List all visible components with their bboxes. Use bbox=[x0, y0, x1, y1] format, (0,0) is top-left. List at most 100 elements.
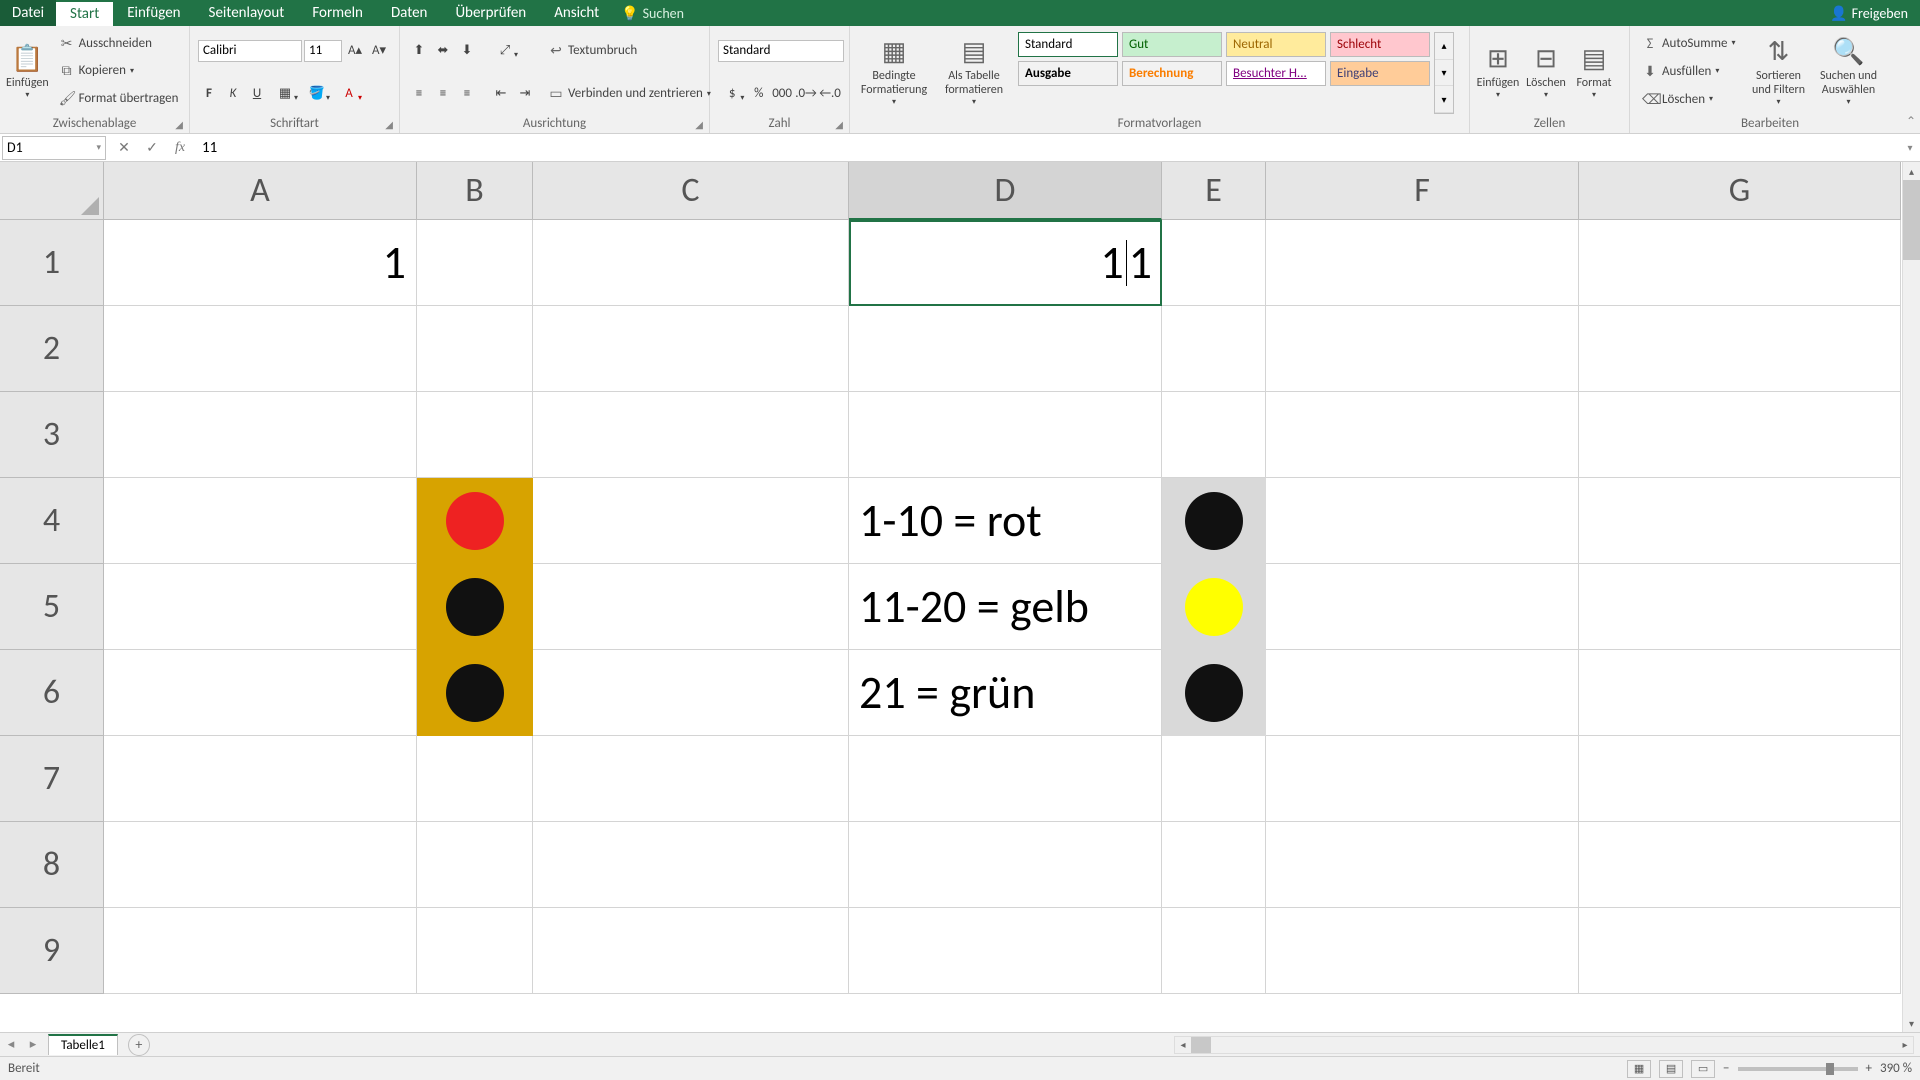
styles-up-button[interactable]: ▴ bbox=[1435, 33, 1453, 60]
cell-C9[interactable] bbox=[533, 908, 849, 994]
style-berechnung[interactable]: Berechnung bbox=[1122, 61, 1222, 86]
fill-button[interactable]: ⬇Ausfüllen▾ bbox=[1638, 61, 1740, 82]
style-ausgabe[interactable]: Ausgabe bbox=[1018, 61, 1118, 86]
row-header-7[interactable]: 7 bbox=[0, 736, 104, 822]
cell-C1[interactable] bbox=[533, 220, 849, 306]
expand-formula-bar-button[interactable]: ▾ bbox=[1900, 141, 1920, 154]
confirm-edit-button[interactable]: ✓ bbox=[142, 138, 162, 158]
column-header-A[interactable]: A bbox=[104, 162, 417, 220]
cell-F1[interactable] bbox=[1266, 220, 1579, 306]
cell-F2[interactable] bbox=[1266, 306, 1579, 392]
row-header-1[interactable]: 1 bbox=[0, 220, 104, 306]
currency-button[interactable]: $ bbox=[718, 83, 746, 105]
hscroll-right-button[interactable]: ▸ bbox=[1897, 1038, 1913, 1051]
menu-formeln[interactable]: Formeln bbox=[298, 0, 377, 26]
menu-ansicht[interactable]: Ansicht bbox=[540, 0, 613, 26]
view-page-layout-button[interactable]: ▤ bbox=[1659, 1060, 1683, 1078]
menu-start[interactable]: Start bbox=[56, 0, 113, 26]
scroll-up-button[interactable]: ▴ bbox=[1903, 162, 1920, 180]
cut-button[interactable]: ✂Ausschneiden bbox=[55, 33, 183, 54]
insert-function-button[interactable]: fx bbox=[170, 138, 190, 158]
align-top-button[interactable]: ⬆ bbox=[408, 40, 430, 62]
cell-A6[interactable] bbox=[104, 650, 417, 736]
cell-A2[interactable] bbox=[104, 306, 417, 392]
format-painter-button[interactable]: 🖌Format übertragen bbox=[55, 88, 183, 109]
row-header-5[interactable]: 5 bbox=[0, 564, 104, 650]
styles-down-button[interactable]: ▾ bbox=[1435, 60, 1453, 87]
column-header-C[interactable]: C bbox=[533, 162, 849, 220]
horizontal-scrollbar[interactable]: ◂ ▸ bbox=[1174, 1036, 1914, 1054]
bold-button[interactable]: F bbox=[198, 83, 220, 105]
column-header-G[interactable]: G bbox=[1579, 162, 1901, 220]
cell-E8[interactable] bbox=[1162, 822, 1266, 908]
style-besuchter-hyperlink[interactable]: Besuchter H... bbox=[1226, 61, 1326, 86]
align-middle-button[interactable]: ⬌ bbox=[432, 40, 454, 62]
merge-center-button[interactable]: ▭Verbinden und zentrieren▾ bbox=[544, 83, 715, 104]
number-format-select[interactable] bbox=[718, 40, 844, 62]
tell-me-search[interactable]: 💡 Suchen bbox=[621, 5, 684, 22]
cell-G4[interactable] bbox=[1579, 478, 1901, 564]
row-header-4[interactable]: 4 bbox=[0, 478, 104, 564]
cell-D4[interactable]: 1-10 = rot bbox=[849, 478, 1162, 564]
cell-C2[interactable] bbox=[533, 306, 849, 392]
cell-E3[interactable] bbox=[1162, 392, 1266, 478]
style-neutral[interactable]: Neutral bbox=[1226, 32, 1326, 57]
cell-F3[interactable] bbox=[1266, 392, 1579, 478]
cell-G6[interactable] bbox=[1579, 650, 1901, 736]
cell-C4[interactable] bbox=[533, 478, 849, 564]
cell-A4[interactable] bbox=[104, 478, 417, 564]
dialog-launcher-icon[interactable]: ◢ bbox=[385, 118, 393, 131]
cell-A8[interactable] bbox=[104, 822, 417, 908]
cell-C5[interactable] bbox=[533, 564, 849, 650]
align-center-button[interactable]: ≡ bbox=[432, 83, 454, 105]
cell-G8[interactable] bbox=[1579, 822, 1901, 908]
copy-button[interactable]: ⧉Kopieren▾ bbox=[55, 60, 183, 81]
styles-more-button[interactable]: ▾ bbox=[1435, 86, 1453, 113]
cell-F7[interactable] bbox=[1266, 736, 1579, 822]
dialog-launcher-icon[interactable]: ◢ bbox=[695, 118, 703, 131]
cell-B3[interactable] bbox=[417, 392, 533, 478]
formula-input[interactable] bbox=[198, 139, 1900, 157]
delete-cells-button[interactable]: ⊟Löschen▾ bbox=[1522, 28, 1570, 114]
scroll-down-button[interactable]: ▾ bbox=[1903, 1014, 1920, 1032]
view-normal-button[interactable]: ▦ bbox=[1627, 1060, 1651, 1078]
cell-D7[interactable] bbox=[849, 736, 1162, 822]
cells-area[interactable]: 11-10 = rot11-20 = gelb21 = grün bbox=[104, 220, 1901, 994]
cell-C7[interactable] bbox=[533, 736, 849, 822]
cell-F6[interactable] bbox=[1266, 650, 1579, 736]
zoom-slider[interactable] bbox=[1738, 1067, 1858, 1071]
row-header-3[interactable]: 3 bbox=[0, 392, 104, 478]
decrease-font-button[interactable]: A▾ bbox=[368, 40, 390, 62]
sort-filter-button[interactable]: ⇅Sortieren und Filtern▾ bbox=[1744, 28, 1814, 114]
cell-B8[interactable] bbox=[417, 822, 533, 908]
cell-A1[interactable]: 1 bbox=[104, 220, 417, 306]
hscroll-left-button[interactable]: ◂ bbox=[1175, 1038, 1191, 1051]
style-standard[interactable]: Standard bbox=[1018, 32, 1118, 57]
dialog-launcher-icon[interactable]: ◢ bbox=[175, 118, 183, 131]
cell-G3[interactable] bbox=[1579, 392, 1901, 478]
cell-G1[interactable] bbox=[1579, 220, 1901, 306]
menu-seitenlayout[interactable]: Seitenlayout bbox=[195, 0, 299, 26]
cell-F9[interactable] bbox=[1266, 908, 1579, 994]
border-button[interactable]: ▦ bbox=[270, 83, 300, 105]
cell-E1[interactable] bbox=[1162, 220, 1266, 306]
cell-B9[interactable] bbox=[417, 908, 533, 994]
percent-button[interactable]: % bbox=[748, 83, 769, 105]
vertical-scrollbar[interactable]: ▴ ▾ bbox=[1902, 162, 1920, 1032]
name-box[interactable]: D1 ▾ bbox=[2, 136, 106, 160]
find-select-button[interactable]: 🔍Suchen und Auswählen▾ bbox=[1814, 28, 1884, 114]
conditional-formatting-button[interactable]: ▦ Bedingte Formatierung▾ bbox=[854, 28, 934, 114]
select-all-button[interactable] bbox=[0, 162, 104, 220]
view-page-break-button[interactable]: ▭ bbox=[1691, 1060, 1715, 1078]
cell-A5[interactable] bbox=[104, 564, 417, 650]
cell-D8[interactable] bbox=[849, 822, 1162, 908]
sheet-nav-next[interactable]: ▸ bbox=[22, 1037, 44, 1052]
clear-button[interactable]: ⌫Löschen▾ bbox=[1638, 89, 1740, 110]
share-button[interactable]: 👤 Freigeben bbox=[1818, 5, 1920, 22]
sheet-nav-prev[interactable]: ◂ bbox=[0, 1037, 22, 1052]
menu-datei[interactable]: Datei bbox=[0, 0, 56, 26]
cell-F5[interactable] bbox=[1266, 564, 1579, 650]
style-eingabe[interactable]: Eingabe bbox=[1330, 61, 1430, 86]
paste-button[interactable]: 📋 Einfügen ▾ bbox=[4, 28, 51, 114]
cell-B7[interactable] bbox=[417, 736, 533, 822]
